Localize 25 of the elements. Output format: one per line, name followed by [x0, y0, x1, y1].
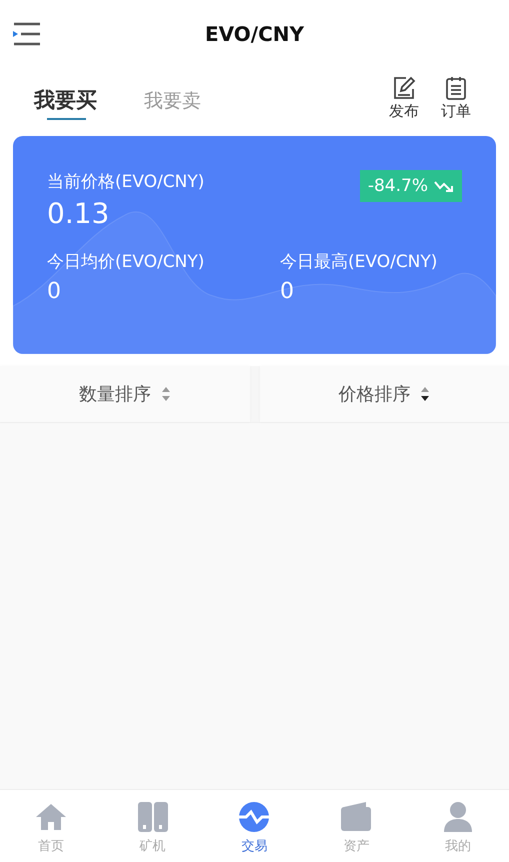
menu-icon[interactable] — [13, 22, 41, 46]
edit-icon — [392, 76, 416, 100]
stat-label: 今日最高(EVO/CNY) — [280, 251, 438, 273]
stat-value: 0 — [280, 279, 295, 304]
person-icon — [442, 801, 474, 833]
sort-button[interactable]: 价格排序 — [260, 366, 509, 422]
tab[interactable]: 我要卖 — [144, 68, 201, 122]
wallet-icon — [340, 801, 372, 833]
clipboard-icon — [445, 76, 467, 100]
tab[interactable]: 我要买 — [34, 68, 97, 122]
nav-item[interactable]: 矿机 — [102, 790, 204, 862]
sort-button[interactable]: 数量排序 — [0, 366, 250, 422]
home-icon — [34, 801, 67, 833]
orders-button[interactable]: 订单 — [441, 68, 471, 121]
change-badge: -84.7% — [360, 170, 462, 202]
stat-label: 今日均价(EVO/CNY) — [47, 251, 206, 273]
price-value: 0.13 — [47, 197, 110, 230]
server-icon — [136, 801, 169, 833]
publish-button[interactable]: 发布 — [389, 68, 419, 121]
nav-item[interactable]: 交易 — [204, 790, 306, 862]
stat-value: 0 — [47, 279, 62, 304]
price-label: 当前价格(EVO/CNY) — [47, 171, 204, 193]
window-title: EVO/CNY — [204, 22, 305, 46]
wave-circle-icon — [238, 801, 270, 833]
trend-down-icon — [434, 179, 454, 193]
